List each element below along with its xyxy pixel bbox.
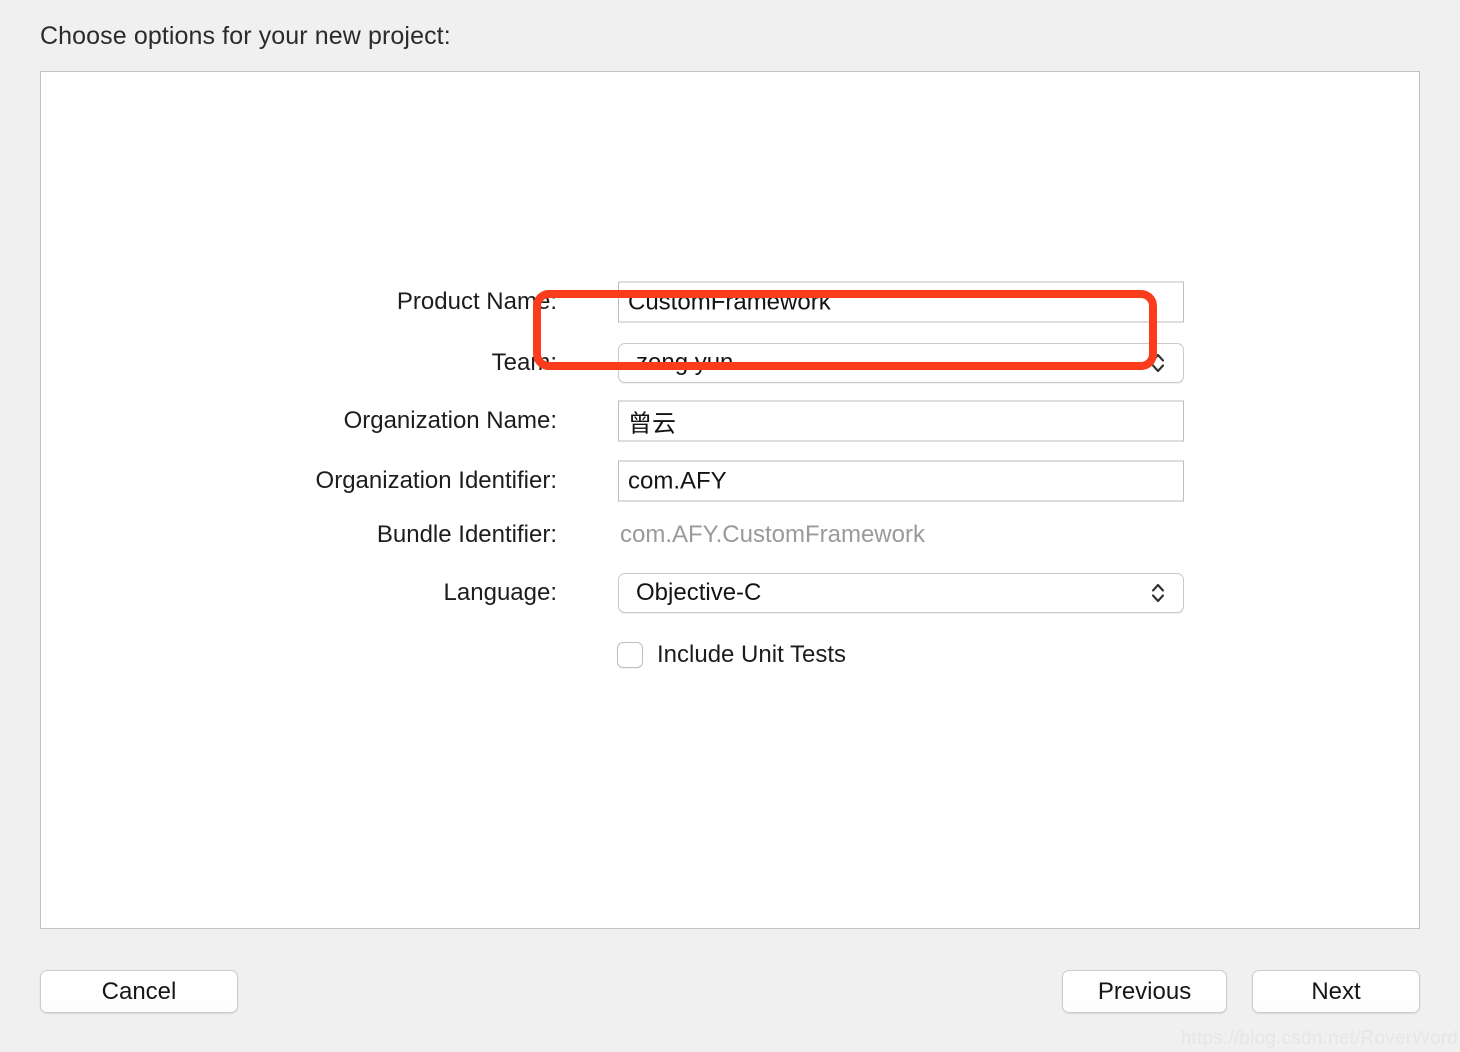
form-row-organization-name: Organization Name: [41, 400, 1419, 442]
stepper-updown-icon [1143, 350, 1173, 376]
language-select[interactable]: Objective-C [618, 573, 1184, 613]
language-select-value: Objective-C [636, 579, 762, 606]
organization-name-input[interactable] [618, 400, 1184, 442]
checkbox-box-icon [617, 642, 643, 668]
form-row-product-name: Product Name: [41, 281, 1419, 323]
cancel-button[interactable]: Cancel [40, 970, 238, 1013]
form-row-include-unit-tests: Include Unit Tests [41, 635, 1419, 675]
form-row-language: Language: Objective-C [41, 573, 1419, 613]
next-button[interactable]: Next [1252, 970, 1420, 1013]
stepper-updown-icon [1143, 580, 1173, 606]
label-product-name: Product Name: [396, 288, 557, 315]
label-organization-name: Organization Name: [343, 407, 557, 434]
bundle-identifier-value: com.AFY.CustomFramework [620, 521, 925, 548]
form-row-team: Team: zeng yun [41, 343, 1419, 383]
project-options-panel: Product Name: Team: zeng yun Organizatio… [40, 71, 1420, 929]
product-name-input[interactable] [618, 281, 1184, 323]
organization-identifier-input[interactable] [618, 460, 1184, 502]
page-title: Choose options for your new project: [40, 22, 451, 50]
label-language: Language: [443, 579, 557, 606]
team-select[interactable]: zeng yun [618, 343, 1184, 383]
form-row-organization-identifier: Organization Identifier: [41, 460, 1419, 502]
previous-button[interactable]: Previous [1062, 970, 1227, 1013]
form-row-bundle-identifier: Bundle Identifier: com.AFY.CustomFramewo… [41, 515, 1419, 555]
include-unit-tests-checkbox[interactable]: Include Unit Tests [617, 641, 846, 669]
label-bundle-identifier: Bundle Identifier: [376, 521, 557, 548]
label-team: Team: [491, 349, 557, 376]
team-select-value: zeng yun [636, 349, 734, 376]
label-organization-identifier: Organization Identifier: [315, 467, 557, 494]
watermark-text: https://blog.csdn.net/RoverWord [1180, 1028, 1458, 1049]
include-unit-tests-label: Include Unit Tests [657, 641, 846, 668]
